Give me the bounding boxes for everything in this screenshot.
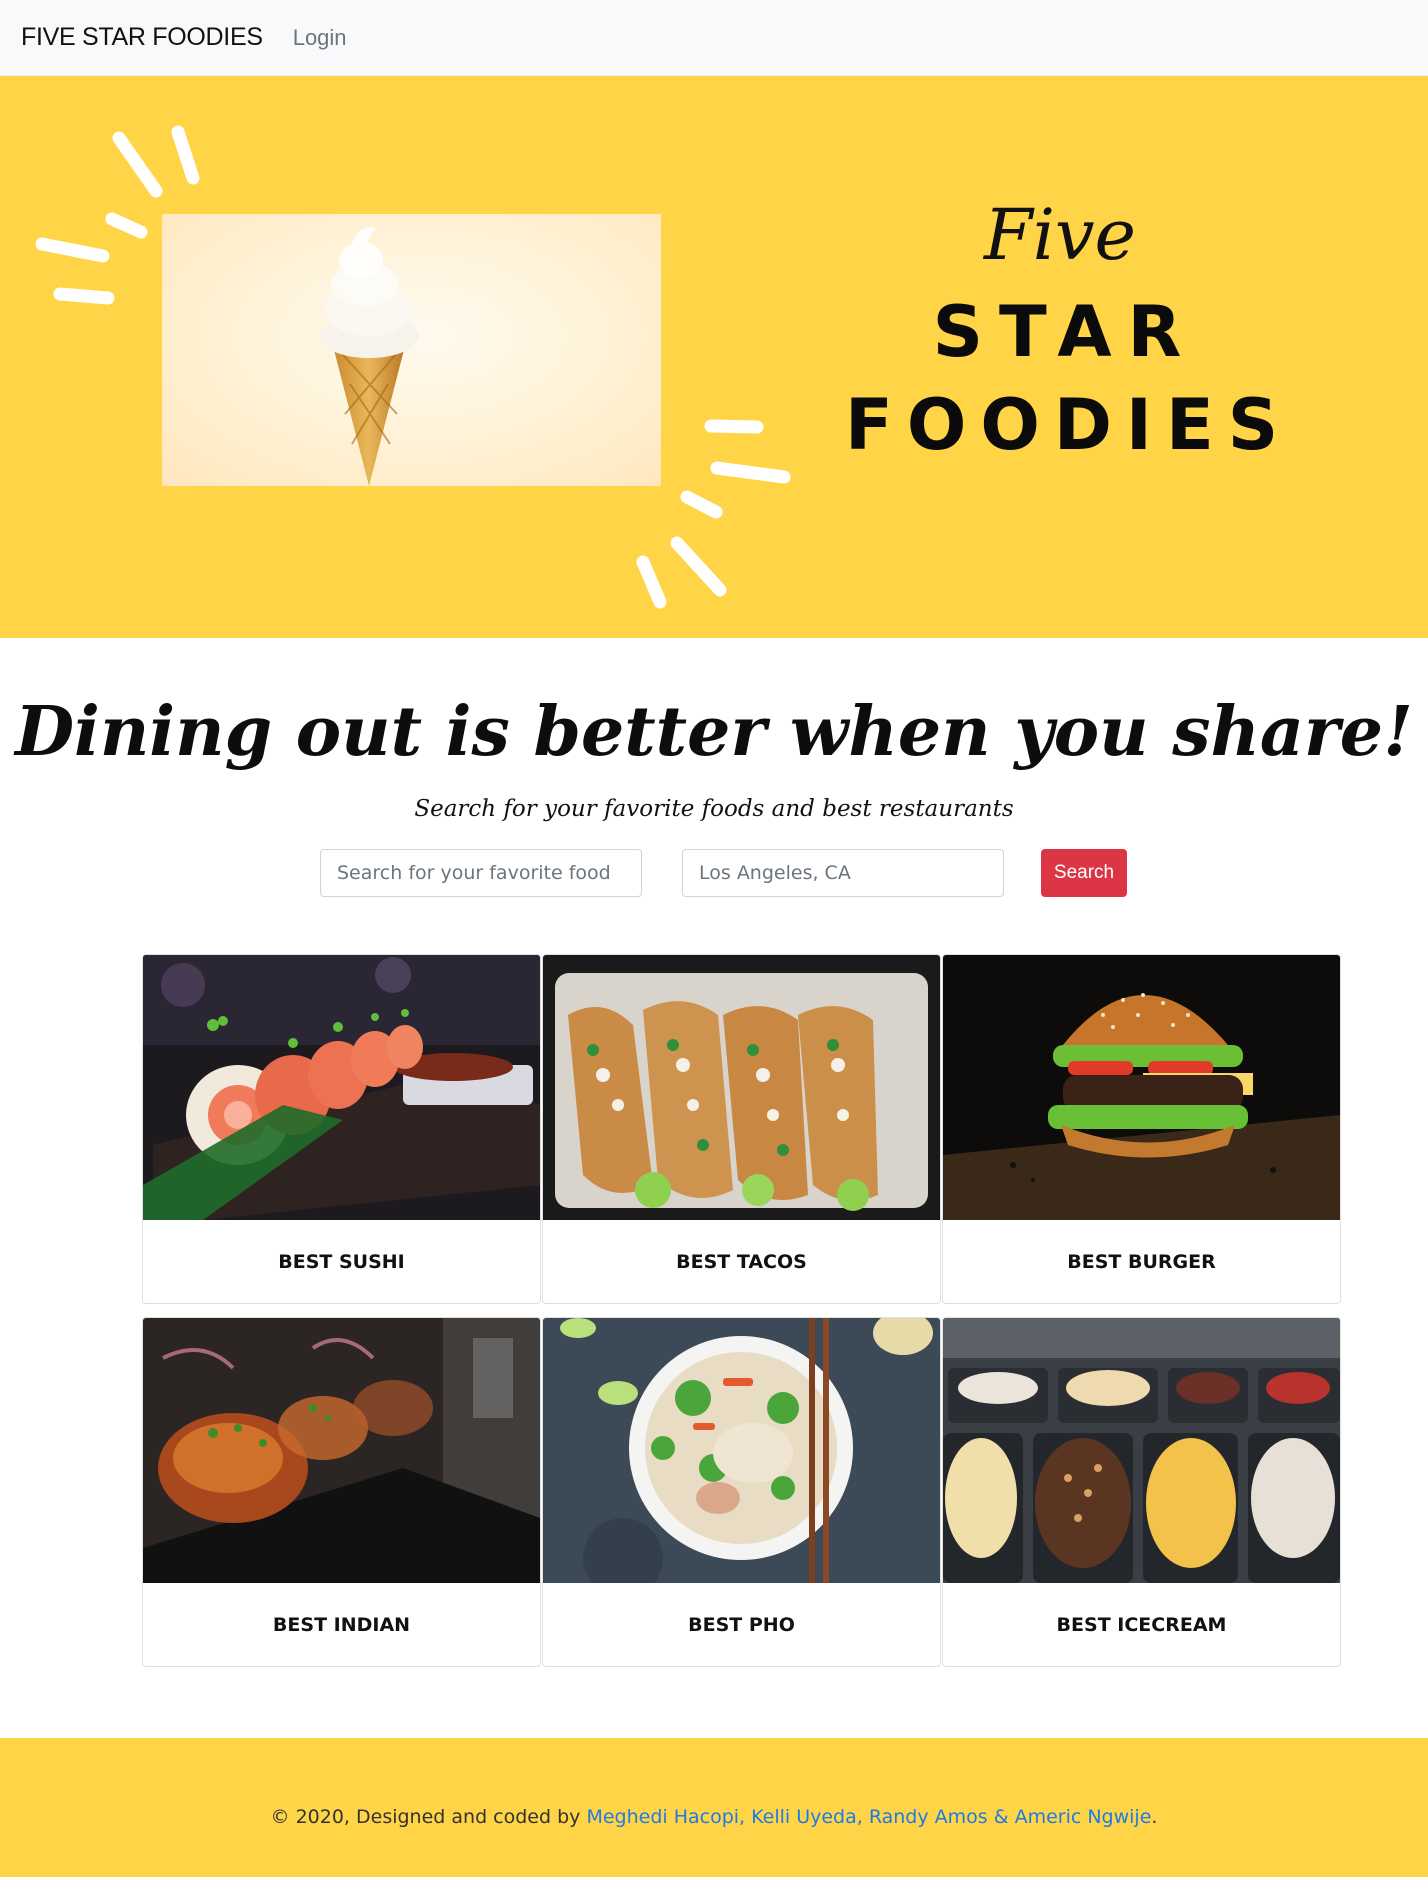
card-title: BEST SUSHI [278, 1251, 405, 1273]
card-best-burger[interactable]: BEST BURGER [942, 954, 1341, 1304]
sushi-photo [143, 955, 540, 1220]
pho-photo [543, 1318, 940, 1583]
ice-cream-cone-image [162, 214, 661, 486]
footer-prefix: © 2020, Designed and coded by [270, 1806, 587, 1828]
indian-food-photo [143, 1318, 540, 1583]
ice-cream-cone-illustration [319, 227, 419, 486]
burger-photo [943, 955, 1340, 1220]
hero-banner: Five STAR FOODIES [0, 76, 1428, 638]
card-best-tacos[interactable]: BEST TACOS [542, 954, 941, 1304]
login-link[interactable]: Login [293, 25, 347, 51]
card-best-icecream[interactable]: BEST ICECREAM [942, 1317, 1341, 1667]
footer-credits-link[interactable]: Meghedi Hacopi, Kelli Uyeda, Randy Amos … [586, 1806, 1151, 1828]
hero-title-foodies: FOODIES [845, 384, 1293, 466]
tacos-photo [543, 955, 940, 1220]
card-best-indian[interactable]: BEST INDIAN [142, 1317, 541, 1667]
food-search-input[interactable] [320, 849, 642, 897]
navbar: FIVE STAR FOODIES Login [0, 0, 1428, 76]
footer-suffix: . [1151, 1806, 1158, 1828]
card-title: BEST INDIAN [272, 1614, 411, 1636]
icecream-tubs-photo [943, 1318, 1340, 1583]
footer-copyright: © 2020, Designed and coded by Meghedi Ha… [0, 1806, 1428, 1828]
card-title: BEST PHO [688, 1614, 795, 1636]
card-title: BEST ICECREAM [1056, 1614, 1227, 1636]
card-title: BEST BURGER [1067, 1251, 1216, 1273]
brand-link[interactable]: FIVE STAR FOODIES [21, 23, 263, 52]
hero-title-five: Five [984, 194, 1136, 276]
card-best-pho[interactable]: BEST PHO [542, 1317, 941, 1667]
page-tagline: Dining out is better when you share! [15, 692, 1413, 772]
hero-title-star: STAR [932, 291, 1198, 373]
card-best-sushi[interactable]: BEST SUSHI [142, 954, 541, 1304]
card-title: BEST TACOS [676, 1251, 807, 1273]
page-subtitle: Search for your favorite foods and best … [414, 796, 1014, 822]
hero-logo-text: Five STAR FOODIES [845, 196, 1285, 474]
search-button[interactable]: Search [1041, 849, 1127, 897]
location-input[interactable] [682, 849, 1004, 897]
